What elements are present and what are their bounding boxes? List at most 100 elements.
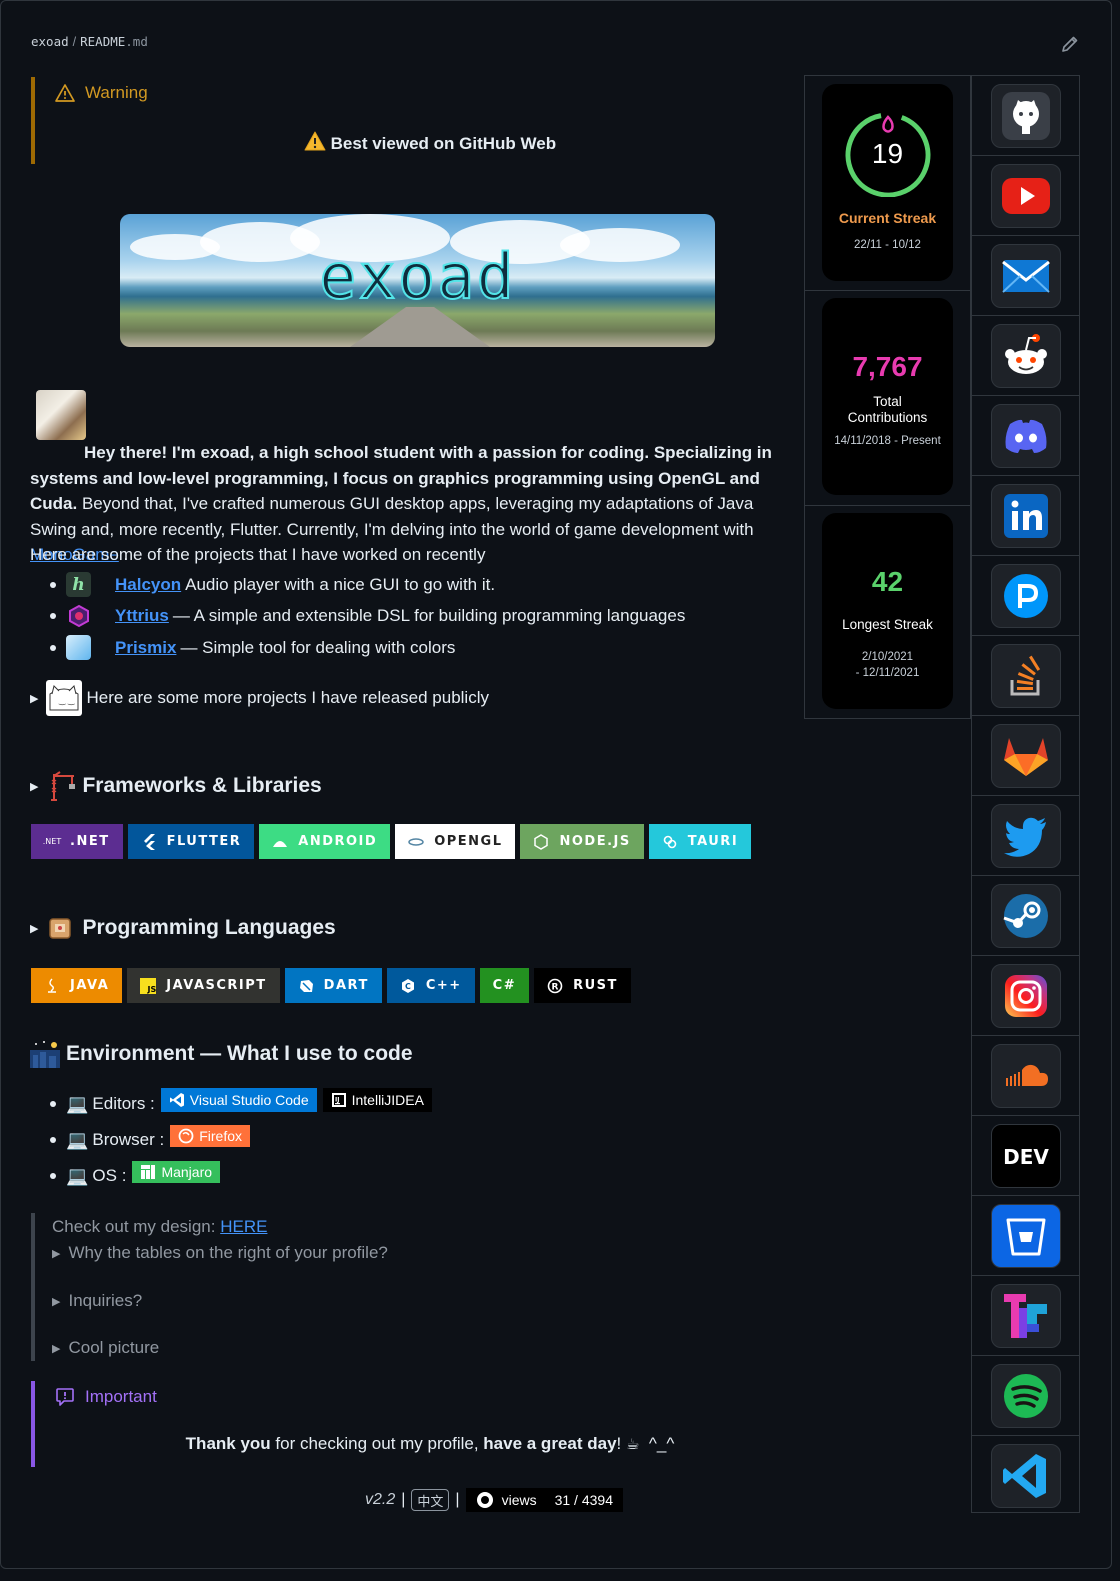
languages-badges: JAVA JS JAVASCRIPT DART C C++ C# R RUST xyxy=(31,968,631,1003)
breadcrumb-file: README xyxy=(80,34,126,49)
svg-text:R: R xyxy=(552,982,560,992)
dart-badge[interactable]: DART xyxy=(284,968,382,1003)
stackoverflow-link[interactable] xyxy=(991,644,1061,708)
dotnet-icon: .NET xyxy=(42,837,62,846)
cool-picture-summary[interactable]: ▶ Cool picture xyxy=(52,1334,801,1362)
thanks-bold-2: have a great day xyxy=(483,1434,617,1453)
project-link[interactable]: Yttrius xyxy=(115,606,169,626)
spotify-link[interactable] xyxy=(991,1364,1061,1428)
browser-label: Browser : xyxy=(92,1130,165,1149)
manjaro-icon xyxy=(141,1165,156,1179)
badge-label: ANDROID xyxy=(298,834,378,849)
intro-text: Beyond that, I've crafted numerous GUI d… xyxy=(30,494,754,539)
intellij-icon: IJ xyxy=(331,1093,346,1107)
frameworks-summary[interactable]: ▶ Frameworks & Libraries xyxy=(30,770,322,802)
cpp-badge[interactable]: C C++ xyxy=(386,968,475,1003)
tables-summary[interactable]: ▶ Why the tables on the right of your pr… xyxy=(52,1239,801,1267)
crane-icon xyxy=(51,771,76,801)
flutter-badge[interactable]: FLUTTER xyxy=(127,824,255,859)
mail-link[interactable] xyxy=(991,244,1061,308)
pencil-icon[interactable] xyxy=(1060,34,1080,54)
firefox-shield[interactable]: Firefox xyxy=(170,1125,251,1147)
dotnet-badge[interactable]: .NET .NET xyxy=(31,824,123,859)
github-link[interactable] xyxy=(991,84,1061,148)
svg-text:IJ: IJ xyxy=(335,1097,339,1104)
android-badge[interactable]: ANDROID xyxy=(259,824,391,859)
android-icon xyxy=(272,834,288,850)
breadcrumb-separator: / xyxy=(72,35,77,49)
vscode-link[interactable] xyxy=(991,1444,1061,1508)
inquiries-summary[interactable]: ▶ Inquiries? xyxy=(52,1287,801,1315)
pixiv-link[interactable] xyxy=(991,564,1061,628)
vscode-icon xyxy=(1003,1454,1046,1498)
project-link[interactable]: Prismix xyxy=(115,638,176,658)
thank-you-message: Thank you for checking out my profile, h… xyxy=(35,1434,825,1454)
gitlab-link[interactable] xyxy=(991,724,1061,788)
tauri-icon xyxy=(662,834,678,850)
toptal-icon xyxy=(1004,1294,1047,1338)
project-desc: — Simple tool for dealing with colors xyxy=(180,637,456,657)
projects-list: h Halcyon Audio player with a nice GUI t… xyxy=(50,569,685,664)
twitter-link[interactable] xyxy=(991,804,1061,868)
environment-heading: Environment — What I use to code xyxy=(66,1042,413,1065)
javascript-badge[interactable]: JS JAVASCRIPT xyxy=(127,968,280,1003)
footer: v2.2 | 中文 | views 31 / 4394 xyxy=(365,1488,623,1512)
svg-text:DEV: DEV xyxy=(1003,1145,1049,1169)
linkedin-link[interactable] xyxy=(991,484,1061,548)
dev-link[interactable]: DEV xyxy=(991,1124,1061,1188)
banner-image: exoad xyxy=(120,214,715,347)
steam-icon xyxy=(1003,894,1048,938)
computer-icon: 💻 xyxy=(66,1165,89,1186)
manjaro-shield[interactable]: Manjaro xyxy=(132,1161,221,1183)
mail-icon xyxy=(1002,260,1050,293)
nodejs-badge[interactable]: NODE.JS xyxy=(520,824,644,859)
shield-label: IntelliJIDEA xyxy=(351,1092,424,1108)
more-projects-label: Here are some more projects I have relea… xyxy=(86,688,489,707)
triangle-right-icon: ▶ xyxy=(30,692,39,705)
badge-label: DART xyxy=(323,978,369,993)
vscode-shield[interactable]: Visual Studio Code xyxy=(160,1088,317,1112)
banner-title: exoad xyxy=(318,239,516,314)
youtube-link[interactable] xyxy=(991,164,1061,228)
tauri-badge[interactable]: TAURI xyxy=(648,824,752,859)
bitbucket-icon xyxy=(1006,1218,1046,1256)
reddit-link[interactable] xyxy=(991,324,1061,388)
linkedin-icon xyxy=(1004,494,1048,538)
breadcrumb-owner[interactable]: exoad xyxy=(31,34,69,49)
project-link[interactable]: Halcyon xyxy=(115,575,181,595)
coffee-icon: ☕ xyxy=(625,1436,640,1453)
instagram-icon xyxy=(1005,975,1047,1017)
yttrius-logo-icon xyxy=(66,604,91,629)
design-text: Check out my design: xyxy=(52,1217,221,1236)
badge-label: RUST xyxy=(573,978,618,993)
spotify-icon xyxy=(1004,1374,1048,1418)
opengl-badge[interactable]: OPENGL xyxy=(395,824,516,859)
os-label: OS : xyxy=(92,1166,127,1185)
reddit-icon xyxy=(1005,334,1047,374)
github-icon xyxy=(1002,92,1050,140)
total-contributions-card: 7,767 Total Contributions 14/11/2018 - Pr… xyxy=(822,298,953,495)
frameworks-badges: .NET .NET FLUTTER ANDROID OPENGL NODE.JS … xyxy=(31,824,752,859)
discord-icon xyxy=(1005,419,1047,453)
soundcloud-link[interactable] xyxy=(991,1044,1061,1108)
warning-alert: Warning Best viewed on GitHub Web xyxy=(31,77,801,164)
chinese-version-link[interactable]: 中文 xyxy=(411,1489,450,1511)
cpp-icon: C xyxy=(400,978,416,994)
rust-badge[interactable]: R RUST xyxy=(534,968,631,1003)
total-contributions-range: 14/11/2018 - Present xyxy=(834,435,941,447)
java-badge[interactable]: JAVA xyxy=(31,968,123,1003)
steam-link[interactable] xyxy=(991,884,1061,948)
toptal-link[interactable] xyxy=(991,1284,1061,1348)
intellij-shield[interactable]: IJ IntelliJIDEA xyxy=(322,1088,432,1112)
breadcrumb: exoad / README.md xyxy=(31,34,148,49)
views-value: 31 / 4394 xyxy=(544,1492,623,1508)
shield-label: Visual Studio Code xyxy=(189,1092,309,1108)
bitbucket-link[interactable] xyxy=(991,1204,1061,1268)
eye-icon xyxy=(476,1492,493,1508)
instagram-link[interactable] xyxy=(991,964,1061,1028)
discord-link[interactable] xyxy=(991,404,1061,468)
more-projects-summary[interactable]: ▶ ‿ ‿ Here are some more projects I have… xyxy=(30,680,489,716)
csharp-badge[interactable]: C# xyxy=(479,968,530,1003)
languages-summary[interactable]: ▶ Programming Languages xyxy=(30,914,336,942)
design-link[interactable]: HERE xyxy=(220,1217,267,1237)
